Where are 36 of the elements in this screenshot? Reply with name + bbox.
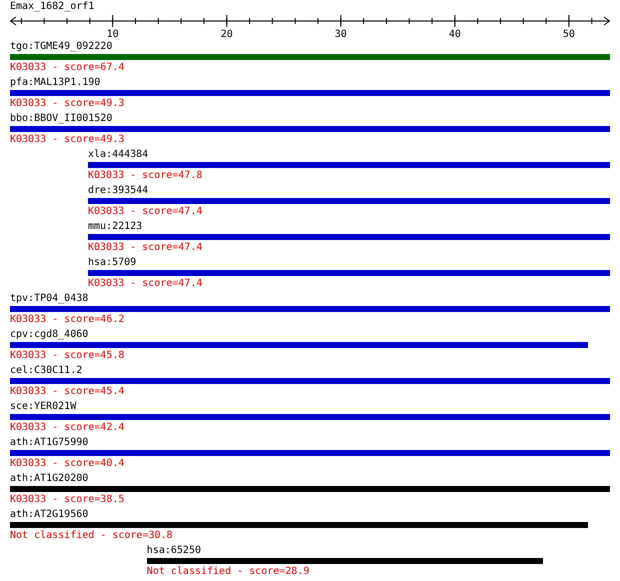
- hit-label: mmu:22123: [88, 221, 142, 233]
- hit-label: tgo:TGME49_092220: [10, 41, 112, 53]
- score-label: K03033 - score=42.4: [10, 421, 124, 435]
- hit-label: xla:444384: [88, 149, 148, 161]
- tick-label: 40: [448, 29, 461, 41]
- score-label: K03033 - score=47.8: [88, 169, 202, 183]
- score-label: K03033 - score=47.4: [88, 277, 202, 291]
- score-label: K03033 - score=45.4: [10, 385, 124, 399]
- hit-label: ath:AT1G20200: [10, 473, 88, 485]
- sequence-title: Emax_1682_orf1: [10, 1, 96, 13]
- score-label: K03033 - score=38.5: [10, 493, 124, 507]
- hit-label: ath:AT1G75990: [10, 437, 88, 449]
- hit-label: pfa:MAL13P1.190: [10, 77, 100, 89]
- score-label: K03033 - score=46.2: [10, 313, 124, 327]
- tick-label: 10: [106, 29, 119, 41]
- score-label: Not classified - score=28.9: [146, 565, 310, 579]
- score-label: Not classified - score=30.8: [10, 529, 173, 543]
- score-label: K03033 - score=47.4: [88, 241, 202, 255]
- hit-label: hsa:5709: [88, 257, 136, 269]
- hit-label: bbo:BBOV_II001520: [10, 113, 112, 125]
- score-label: K03033 - score=45.8: [10, 349, 124, 363]
- hit-label: dre:393544: [88, 185, 148, 197]
- tick-label: 30: [334, 29, 347, 41]
- tick-label: 50: [562, 29, 575, 41]
- hit-label: hsa:65250: [146, 545, 201, 557]
- hit-label: cel:C30C11.2: [10, 365, 82, 377]
- hit-label: cpv:cgd8_4060: [10, 329, 88, 341]
- hit-label: tpv:TP04_0438: [10, 293, 88, 305]
- hit-label: ath:AT2G19560: [10, 509, 88, 521]
- score-label: K03033 - score=49.3: [10, 133, 124, 147]
- score-label: K03033 - score=67.4: [10, 61, 124, 75]
- hit-label: sce:YER021W: [10, 401, 76, 413]
- tick-label: 20: [220, 29, 233, 41]
- score-label: K03033 - score=47.4: [88, 205, 202, 219]
- score-label: K03033 - score=40.4: [10, 457, 124, 471]
- score-label: K03033 - score=49.3: [10, 97, 124, 111]
